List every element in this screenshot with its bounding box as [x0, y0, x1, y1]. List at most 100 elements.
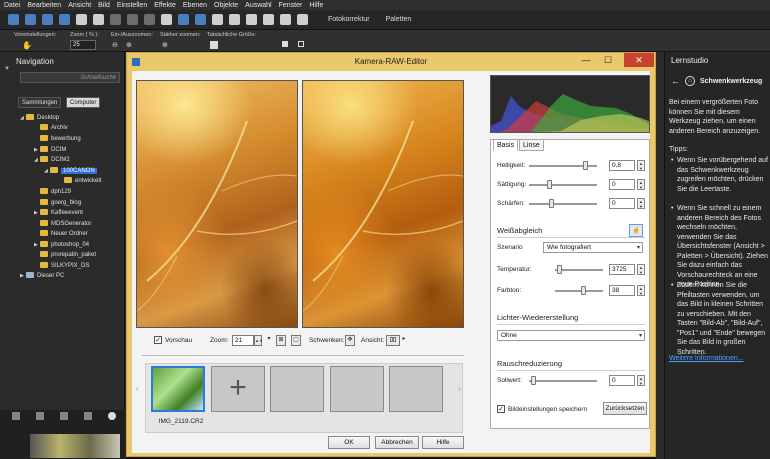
redo-icon[interactable]: [195, 14, 206, 25]
tree-item[interactable]: ▶ Kaffeeevent: [34, 208, 83, 218]
temperatur-input[interactable]: 3725: [609, 264, 635, 275]
zoom-actual-icon[interactable]: ▢: [291, 335, 301, 346]
edit-icon[interactable]: [161, 14, 172, 25]
helligkeit-slider-thumb[interactable]: [583, 161, 588, 170]
zoom-more-icon[interactable]: ⊕: [162, 41, 168, 49]
tree-item[interactable]: ▶ Dieser PC: [20, 271, 64, 281]
paletten-menu[interactable]: Paletten: [386, 16, 412, 23]
info-icon[interactable]: [212, 14, 223, 25]
split-view-icon[interactable]: ▯▯: [386, 335, 400, 346]
back-arrow-icon[interactable]: ←: [671, 76, 680, 86]
open-icon[interactable]: [25, 14, 36, 25]
menu-ansicht[interactable]: Ansicht: [68, 2, 91, 9]
zuruecksetzen-button[interactable]: Zurücksetzen: [603, 402, 647, 415]
menu-effekte[interactable]: Effekte: [154, 2, 176, 9]
tree-item[interactable]: prorepatin_paket: [34, 250, 96, 260]
tree-item[interactable]: goerg_blog: [34, 198, 81, 208]
tree-item[interactable]: entwickelt: [64, 176, 101, 186]
add-photo-button[interactable]: +: [211, 366, 265, 412]
zoom-fit-icon[interactable]: ⊠: [276, 335, 286, 346]
grid-icon[interactable]: [229, 14, 240, 25]
organizer-icon[interactable]: [84, 412, 92, 420]
filmstrip-thumbnails[interactable]: [30, 434, 120, 458]
tree-item[interactable]: dph129: [34, 187, 71, 197]
szenario-dropdown[interactable]: Wie fotografiert ▾: [543, 242, 643, 253]
zoom-dropdown-arrow-icon[interactable]: ▾: [266, 335, 272, 346]
browser-icon[interactable]: [297, 14, 308, 25]
more-info-link[interactable]: Weitere Informationen...: [669, 355, 744, 362]
script-icon[interactable]: [280, 14, 291, 25]
organizer-icon[interactable]: [12, 412, 20, 420]
sollwert-input[interactable]: 0: [609, 375, 635, 386]
quick-search-input[interactable]: Schnellsuche: [20, 72, 120, 83]
saettigung-slider-thumb[interactable]: [547, 180, 552, 189]
temperatur-slider-thumb[interactable]: [557, 265, 562, 274]
preview-before[interactable]: [136, 80, 298, 328]
tab-sammlungen[interactable]: Sammlungen: [18, 97, 62, 108]
save-icon[interactable]: [42, 14, 53, 25]
ok-button[interactable]: OK: [328, 436, 370, 449]
menu-bearbeiten[interactable]: Bearbeiten: [27, 2, 61, 9]
pan-tool-icon[interactable]: ✋: [22, 41, 32, 50]
menu-objekte[interactable]: Objekte: [214, 2, 238, 9]
farbton-slider-thumb[interactable]: [581, 286, 586, 295]
schaerfen-input[interactable]: 0: [609, 198, 635, 209]
undo-icon[interactable]: [178, 14, 189, 25]
zoom-icon[interactable]: [263, 14, 274, 25]
preview-after[interactable]: [302, 80, 464, 328]
fit-icon[interactable]: [282, 41, 288, 47]
copy-icon[interactable]: [127, 14, 138, 25]
tree-item[interactable]: MDSGenerator: [34, 219, 91, 229]
organizer-icon[interactable]: [36, 412, 44, 420]
menu-auswahl[interactable]: Auswahl: [245, 2, 271, 9]
menu-datei[interactable]: Datei: [4, 2, 20, 9]
zoom-spinner[interactable]: ▲▼: [254, 335, 263, 346]
schaerfen-spinner[interactable]: ▲ ▼: [637, 198, 645, 209]
fullscreen-icon[interactable]: [298, 41, 304, 47]
view-dropdown-arrow-icon[interactable]: ▸: [400, 335, 408, 346]
cut-icon[interactable]: [110, 14, 121, 25]
paste-icon[interactable]: [144, 14, 155, 25]
menu-bild[interactable]: Bild: [98, 2, 110, 9]
menu-hilfe[interactable]: Hilfe: [309, 2, 323, 9]
tab-basis[interactable]: Basis: [493, 139, 519, 151]
tree-item[interactable]: ▶ DCIM: [34, 145, 66, 155]
zoom-in-icon[interactable]: ⊕: [126, 41, 132, 49]
tree-item[interactable]: bewerbung: [34, 134, 81, 144]
pan-tool-icon[interactable]: ✥: [345, 335, 355, 346]
tab-linse[interactable]: Linse: [519, 139, 544, 151]
tree-item-selected[interactable]: ◢ 100CANON: [44, 166, 97, 176]
lichter-dropdown[interactable]: Ohne ▾: [497, 330, 645, 341]
sollwert-spinner[interactable]: ▲ ▼: [637, 375, 645, 386]
tree-item[interactable]: Archiv: [34, 123, 68, 133]
close-icon[interactable]: ✕: [624, 53, 654, 67]
scroll-right-icon[interactable]: ›: [458, 384, 461, 393]
sollwert-slider-thumb[interactable]: [531, 376, 536, 385]
schaerfen-slider-track[interactable]: [529, 203, 597, 205]
farbton-input[interactable]: 38: [609, 285, 635, 296]
print-icon[interactable]: [93, 14, 104, 25]
save-as-icon[interactable]: [59, 14, 70, 25]
zoom-out-icon[interactable]: ⊖: [112, 41, 118, 49]
menu-einstellen[interactable]: Einstellen: [117, 2, 147, 9]
eyedropper-hand-icon[interactable]: ☝: [629, 224, 643, 237]
saettigung-input[interactable]: 0: [609, 179, 635, 190]
new-file-icon[interactable]: [8, 14, 19, 25]
hilfe-button[interactable]: Hilfe: [422, 436, 464, 449]
tree-item[interactable]: ◢ DCIM2: [34, 155, 70, 165]
tree-item[interactable]: SILKYPIX_DS: [34, 261, 89, 271]
abbrechen-button[interactable]: Abbrechen: [375, 436, 419, 449]
farbton-slider-track[interactable]: [555, 290, 603, 292]
menu-fenster[interactable]: Fenster: [279, 2, 303, 9]
layers-icon[interactable]: [246, 14, 257, 25]
schaerfen-slider-thumb[interactable]: [549, 199, 554, 208]
menu-ebenen[interactable]: Ebenen: [183, 2, 207, 9]
share-icon[interactable]: [76, 14, 87, 25]
thumbnail-selected[interactable]: [151, 366, 205, 412]
scroll-left-icon[interactable]: ‹: [136, 384, 139, 393]
fotokorrektur-menu[interactable]: Fotokorrektur: [328, 16, 370, 23]
helligkeit-input[interactable]: 0,8: [609, 160, 635, 171]
tab-computer[interactable]: Computer: [66, 97, 101, 108]
actual-size-icon[interactable]: [210, 41, 218, 49]
vorschau-checkbox[interactable]: ✓: [154, 336, 162, 344]
